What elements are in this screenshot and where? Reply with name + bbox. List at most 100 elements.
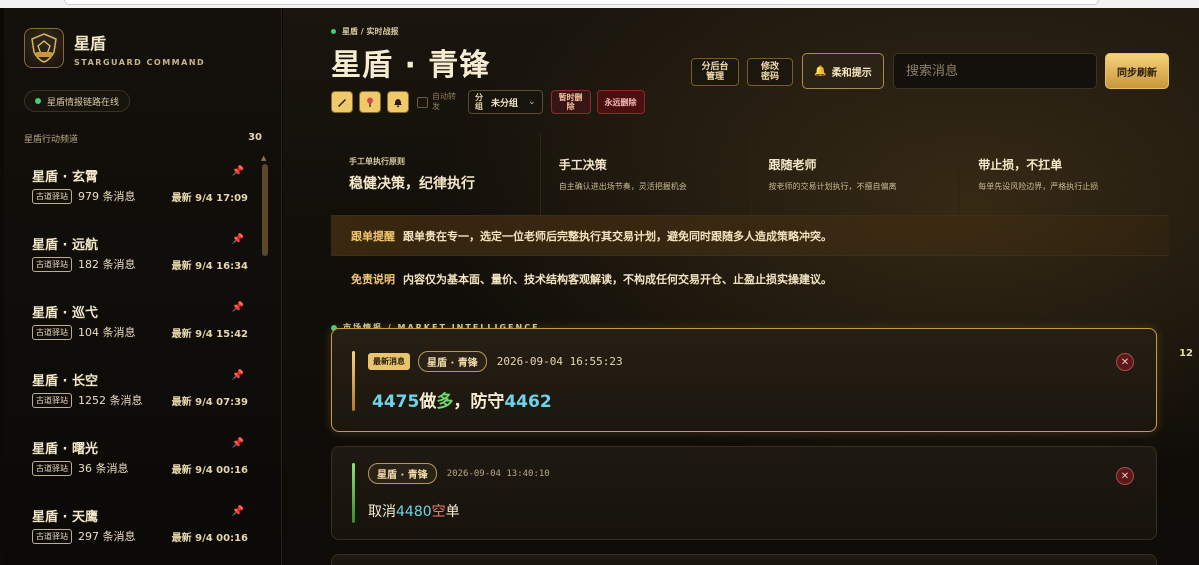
principle-desc: 自主确认进出场节奏，灵活把握机会 <box>558 182 687 191</box>
toolbar: 自动转发 分组 未分组 ⌄ 暂时删除 永远删除 <box>331 90 651 114</box>
channel-item[interactable]: 星盾 · 玄霄 📌 古道驿站 979 条消息 最新 9/4 17:09 <box>24 158 250 226</box>
pin-icon[interactable]: 📌 <box>232 234 244 245</box>
message-accent-bar <box>352 351 355 411</box>
notice-key: 跟单提醒 <box>351 229 395 243</box>
message-card[interactable] <box>331 554 1157 565</box>
message-fragment: 做 <box>419 392 437 412</box>
disclaimer-key: 免责说明 <box>351 273 395 286</box>
close-icon[interactable]: ✕ <box>1116 467 1134 485</box>
message-card[interactable]: 星盾 · 青锋 2026-09-04 13:40:10 ✕ 取消4480空单 <box>331 446 1157 540</box>
brand: 星盾 STARGUARD COMMAND <box>24 28 205 68</box>
channel-name: 星盾 · 巡弋 <box>32 306 98 321</box>
message-accent-bar <box>352 463 355 523</box>
principle-desc: 按老师的交易计划执行，不擅自偏离 <box>768 182 897 191</box>
pin-icon[interactable]: 📌 <box>232 506 244 517</box>
message-timestamp: 2026-09-04 13:40:10 <box>446 468 550 479</box>
principle-item: 带止损，不扛单 每单先设风险边界，严格执行止损 <box>960 134 1169 215</box>
page-title: 星盾 · 青锋 <box>331 48 491 83</box>
temp-delete-button[interactable]: 暂时删除 <box>550 90 591 114</box>
principle-item: 跟随老师 按老师的交易计划执行，不擅自偏离 <box>751 134 961 215</box>
channel-tag: 古道驿站 <box>32 256 72 272</box>
channel-name: 星盾 · 曙光 <box>32 442 98 457</box>
notice-text: 跟单贵在专一，选定一位老师后完整执行其交易计划，避免同时跟随多人造成策略冲突。 <box>403 229 832 243</box>
shield-logo-icon <box>24 28 64 68</box>
channels-count: 30 <box>248 132 262 143</box>
channels-label: 星盾行动频道 <box>24 135 79 145</box>
link-status-text: 星盾情报链路在线 <box>47 97 120 108</box>
admin-button[interactable]: 分后台 管理 <box>691 58 739 86</box>
bell-icon <box>394 99 402 108</box>
message-channel-pill: 星盾 · 青锋 <box>368 463 437 484</box>
channel-item[interactable]: 星盾 · 巡弋 📌 古道驿站 104 条消息 最新 9/4 15:42 <box>24 294 250 362</box>
message-card-latest[interactable]: 最新消息 星盾 · 青锋 2026-09-04 16:55:23 ✕ 4475做… <box>331 328 1157 432</box>
channel-name: 星盾 · 长空 <box>32 374 98 389</box>
channel-tag: 古道驿站 <box>32 188 72 204</box>
sync-refresh-button[interactable]: 同步刷新 <box>1105 53 1169 89</box>
brand-title: 星盾 <box>74 33 107 53</box>
breadcrumb-text: 星盾 / 实时战报 <box>342 27 399 36</box>
follow-notice: 跟单提醒 跟单贵在专一，选定一位老师后完整执行其交易计划，避免同时跟随多人造成策… <box>331 216 1169 256</box>
channel-tag: 古道驿站 <box>32 324 72 340</box>
channels-header: 星盾行动频道 30 <box>24 132 262 145</box>
message-fragment: ，防守 <box>453 392 505 412</box>
disclaimer: 免责说明 内容仅为基本面、量价、技术结构客观解读，不构成任何交易开仓、止盈止损实… <box>331 256 1169 302</box>
channel-message-count: 182 条消息 <box>78 258 136 271</box>
principle-title: 带止损，不扛单 <box>978 158 1063 172</box>
soft-hint-label: 柔和提示 <box>831 67 872 79</box>
location-pin-icon <box>367 97 373 107</box>
message-fragment: 取消 <box>368 504 396 520</box>
guidelines-panel: 手工单执行原则 稳健决策，纪律执行 手工决策 自主确认进出场节奏，灵活把握机会 … <box>331 134 1169 302</box>
link-status-badge: 星盾情报链路在线 <box>24 90 131 112</box>
channel-latest-time: 最新 9/4 15:42 <box>171 328 248 340</box>
channel-name: 星盾 · 天鹰 <box>32 510 98 525</box>
message-fragment: 单 <box>445 504 460 520</box>
chevron-down-icon: ⌄ <box>528 97 536 107</box>
perm-delete-button[interactable]: 永远删除 <box>596 90 645 114</box>
disclaimer-text: 内容仅为基本面、量价、技术结构客观解读，不构成任何交易开仓、止盈止损实操建议。 <box>403 273 832 286</box>
principle-headline: 稳健决策，纪律执行 <box>349 176 475 192</box>
channel-message-count: 104 条消息 <box>78 326 136 339</box>
sidebar: 星盾 STARGUARD COMMAND 星盾情报链路在线 星盾行动频道 30 … <box>4 8 282 565</box>
close-icon[interactable]: ✕ <box>1116 353 1134 371</box>
message-text: 4475做多，防守4462 <box>372 387 552 412</box>
channel-tag: 古道驿站 <box>32 460 72 476</box>
pin-icon[interactable]: 📌 <box>232 438 244 449</box>
price-number: 4475 <box>372 392 420 412</box>
admin-button-label: 分后台 管理 <box>701 62 729 82</box>
scroll-up-arrow-icon[interactable]: ▲ <box>261 154 266 162</box>
message-channel-pill: 星盾 · 青锋 <box>418 351 487 372</box>
channel-item[interactable]: 星盾 · 远航 📌 古道驿站 182 条消息 最新 9/4 16:34 <box>24 226 250 294</box>
bell-button[interactable] <box>387 91 409 113</box>
channel-latest-time: 最新 9/4 16:34 <box>171 260 248 272</box>
auto-forward-toggle[interactable]: 自动转发 <box>417 92 460 112</box>
latest-badge: 最新消息 <box>368 353 410 370</box>
channel-item[interactable]: 星盾 · 天鹰 📌 古道驿站 297 条消息 最新 9/4 00:16 <box>24 498 250 565</box>
pin-icon[interactable]: 📌 <box>232 166 244 177</box>
channel-item[interactable]: 星盾 · 曙光 📌 古道驿站 36 条消息 最新 9/4 00:16 <box>24 430 250 498</box>
intel-count: 12 <box>1179 348 1193 359</box>
group-select[interactable]: 分组 未分组 ⌄ <box>468 90 543 114</box>
soft-hint-button[interactable]: 🔔 柔和提示 <box>802 53 884 89</box>
auto-forward-checkbox[interactable] <box>417 96 428 108</box>
auto-forward-label: 自动转发 <box>432 92 456 111</box>
pin-icon[interactable]: 📌 <box>232 302 244 313</box>
channel-message-count: 979 条消息 <box>78 190 136 203</box>
breadcrumb: 星盾 / 实时战报 <box>331 26 399 37</box>
principle-item: 手工决策 自主确认进出场节奏，灵活把握机会 <box>541 134 751 215</box>
channel-latest-time: 最新 9/4 00:16 <box>171 532 248 544</box>
channel-name: 星盾 · 远航 <box>32 238 98 253</box>
channel-message-count: 297 条消息 <box>78 530 136 543</box>
pen-tool-button[interactable] <box>331 91 353 113</box>
change-password-label: 修改 密码 <box>760 62 779 82</box>
direction-long: 多 <box>436 392 454 412</box>
search-input[interactable] <box>893 53 1097 89</box>
channel-item[interactable]: 星盾 · 长空 📌 古道驿站 1252 条消息 最新 9/4 07:39 <box>24 362 250 430</box>
pin-tool-button[interactable] <box>359 91 381 113</box>
pin-icon[interactable]: 📌 <box>232 370 244 381</box>
channel-tag: 古道驿站 <box>32 392 72 408</box>
live-dot-icon <box>331 29 336 34</box>
sidebar-scrollbar[interactable] <box>262 164 268 256</box>
browser-top-strip <box>0 0 1199 8</box>
price-number: 4480 <box>396 504 432 520</box>
change-password-button[interactable]: 修改 密码 <box>747 58 793 86</box>
